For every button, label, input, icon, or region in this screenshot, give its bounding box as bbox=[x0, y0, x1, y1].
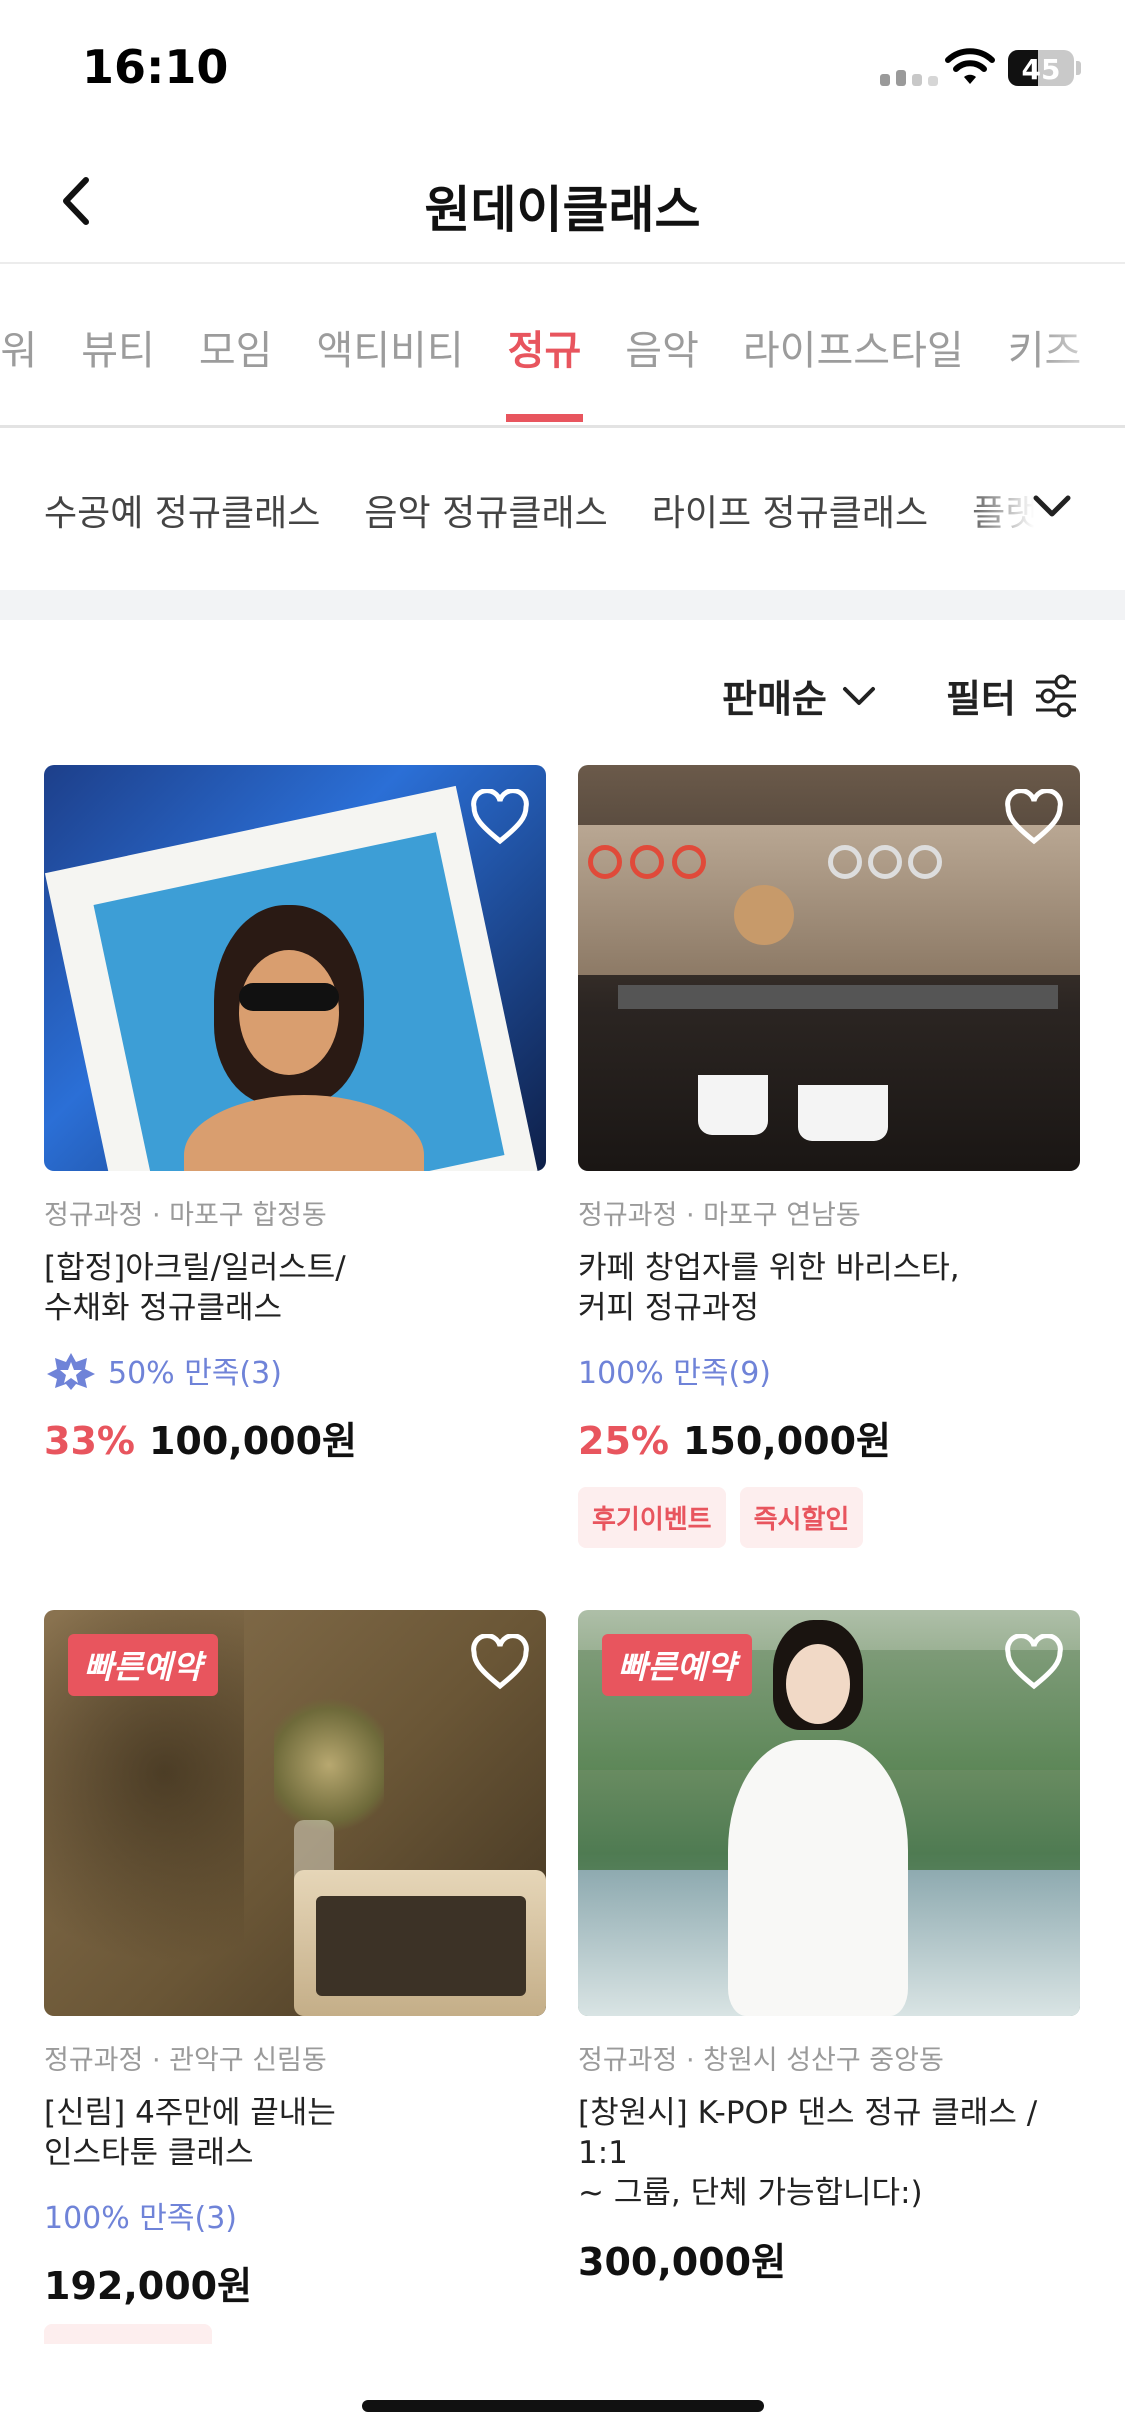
price-row: 33% 100,000원 bbox=[44, 1410, 546, 1465]
product-meta: 정규과정 · 마포구 합정동 bbox=[44, 1200, 327, 1231]
price-row: 300,000원 bbox=[578, 2231, 1080, 2286]
product-title-line: ~ 그룹, 단체 가능합니다:) bbox=[578, 2175, 923, 2211]
filter-button[interactable]: 필터 bbox=[946, 668, 1078, 723]
subcategory-tabs: 수공예 정규클래스음악 정규클래스라이프 정규클래스플랫 bbox=[0, 430, 1125, 590]
category-tab[interactable]: 라이프스타일 bbox=[743, 318, 964, 425]
cellular-signal-icon bbox=[880, 70, 938, 86]
product-image-speaker-flowers: 빠른예약 bbox=[44, 1610, 546, 2016]
status-bar: 16:10 45 bbox=[0, 0, 1125, 140]
product-title-line: 수채화 정규클래스 bbox=[44, 1290, 283, 1326]
product-meta: 정규과정 · 마포구 연남동 bbox=[578, 1200, 861, 1231]
product-card[interactable]: 빠른예약 정규과정 · 창원시 성산구 중앙동 [창원시] K-POP 댄스 정… bbox=[578, 1610, 1080, 2286]
product-meta: 정규과정 · 관악구 신림동 bbox=[44, 2045, 327, 2076]
product-title-line: 인스타툰 클래스 bbox=[44, 2135, 254, 2171]
star-badge-icon bbox=[47, 1353, 95, 1390]
product-meta: 정규과정 · 창원시 성산구 중앙동 bbox=[578, 2045, 944, 2076]
subcategory-tab[interactable]: 수공예 정규클래스 bbox=[44, 484, 320, 536]
subcategory-tab[interactable]: 음악 정규클래스 bbox=[364, 484, 607, 536]
page-title: 원데이클래스 bbox=[424, 181, 701, 239]
battery-cap bbox=[1076, 61, 1081, 75]
price: 150,000원 bbox=[682, 1419, 892, 1463]
category-tab[interactable]: 모임 bbox=[199, 318, 273, 425]
quick-booking-badge: 빠른예약 bbox=[602, 1634, 752, 1696]
product-title[interactable]: [창원시] K-POP 댄스 정규 클래스 / 1:1 ~ 그룹, 단체 가능합… bbox=[578, 2093, 1080, 2213]
product-title[interactable]: 카페 창업자를 위한 바리스타, 커피 정규과정 bbox=[578, 1248, 1080, 1328]
top-header: 원데이클래스 bbox=[0, 140, 1125, 264]
tag-instant-discount: 즉시할인 bbox=[739, 1487, 864, 1548]
product-image-dancer-lake: 빠른예약 bbox=[578, 1610, 1080, 2016]
product-image-espresso-machine bbox=[578, 765, 1080, 1171]
sort-dropdown[interactable]: 판매순 bbox=[722, 668, 877, 723]
product-image-portrait-painting bbox=[44, 765, 546, 1171]
category-tab[interactable]: 액티비티 bbox=[316, 318, 463, 425]
price: 100,000원 bbox=[148, 1419, 358, 1463]
category-fade bbox=[1035, 266, 1125, 416]
category-tab[interactable]: 정규 bbox=[505, 318, 583, 425]
battery-icon: 45 bbox=[1008, 50, 1074, 86]
rating-text: 50% 만족(3) bbox=[108, 1356, 282, 1391]
filter-sliders-icon bbox=[1035, 674, 1076, 717]
product-tag-peek bbox=[44, 2324, 212, 2344]
tag-review-event: 후기이벤트 bbox=[578, 1487, 726, 1548]
sort-label: 판매순 bbox=[722, 677, 827, 721]
heart-icon[interactable] bbox=[470, 1634, 530, 1690]
product-rating: 50% 만족(3) bbox=[44, 1348, 546, 1392]
subcategory-tab[interactable]: 라이프 정규클래스 bbox=[652, 484, 928, 536]
price: 300,000원 bbox=[578, 2240, 787, 2284]
category-tabs: -워뷰티모임액티비티정규음악라이프스타일키즈 bbox=[0, 266, 1125, 428]
home-indicator[interactable] bbox=[362, 2400, 764, 2412]
product-card[interactable]: 정규과정 · 마포구 합정동 [합정]아크릴/일러스트/ 수채화 정규클래스 5… bbox=[44, 765, 546, 1465]
chevron-down-icon bbox=[842, 686, 875, 705]
product-title-line: [합정]아크릴/일러스트/ bbox=[44, 1250, 346, 1286]
product-title-line: 커피 정규과정 bbox=[578, 1290, 759, 1326]
section-divider bbox=[0, 590, 1125, 620]
product-tags: 후기이벤트 즉시할인 bbox=[578, 1487, 1080, 1548]
status-time: 16:10 bbox=[82, 40, 229, 94]
heart-icon[interactable] bbox=[470, 789, 530, 845]
product-title-line: [창원시] K-POP 댄스 정규 클래스 / 1:1 bbox=[578, 2095, 1038, 2171]
product-rating: 100% 만족(3) bbox=[44, 2193, 546, 2237]
rating-text: 100% 만족(9) bbox=[578, 1356, 771, 1391]
product-card[interactable]: 빠른예약 정규과정 · 관악구 신림동 [신림] 4주만에 끝내는 인스타툰 클… bbox=[44, 1610, 546, 2310]
battery-percent: 45 bbox=[1021, 53, 1061, 86]
product-title[interactable]: [신림] 4주만에 끝내는 인스타툰 클래스 bbox=[44, 2093, 546, 2173]
chevron-down-icon bbox=[1033, 495, 1071, 517]
product-title[interactable]: [합정]아크릴/일러스트/ 수채화 정규클래스 bbox=[44, 1248, 546, 1328]
price: 192,000원 bbox=[44, 2264, 253, 2308]
expand-subcategories-button[interactable] bbox=[1030, 484, 1074, 528]
filter-label: 필터 bbox=[946, 677, 1016, 721]
discount-percent: 33% bbox=[44, 1419, 135, 1463]
product-title-line: [신림] 4주만에 끝내는 bbox=[44, 2095, 336, 2131]
heart-icon[interactable] bbox=[1004, 1634, 1064, 1690]
product-card[interactable]: 정규과정 · 마포구 연남동 카페 창업자를 위한 바리스타, 커피 정규과정 … bbox=[578, 765, 1080, 1548]
category-tab[interactable]: -워 bbox=[0, 318, 37, 425]
product-rating: 100% 만족(9) bbox=[578, 1348, 1080, 1392]
price-row: 192,000원 bbox=[44, 2255, 546, 2310]
heart-icon[interactable] bbox=[1004, 789, 1064, 845]
discount-percent: 25% bbox=[578, 1419, 669, 1463]
category-tab[interactable]: 뷰티 bbox=[81, 318, 155, 425]
quick-booking-badge: 빠른예약 bbox=[68, 1634, 218, 1696]
rating-text: 100% 만족(3) bbox=[44, 2201, 237, 2236]
product-title-line: 카페 창업자를 위한 바리스타, bbox=[578, 1250, 960, 1286]
category-tab[interactable]: 음악 bbox=[625, 318, 699, 425]
price-row: 25% 150,000원 bbox=[578, 1410, 1080, 1465]
wifi-icon bbox=[945, 48, 995, 84]
